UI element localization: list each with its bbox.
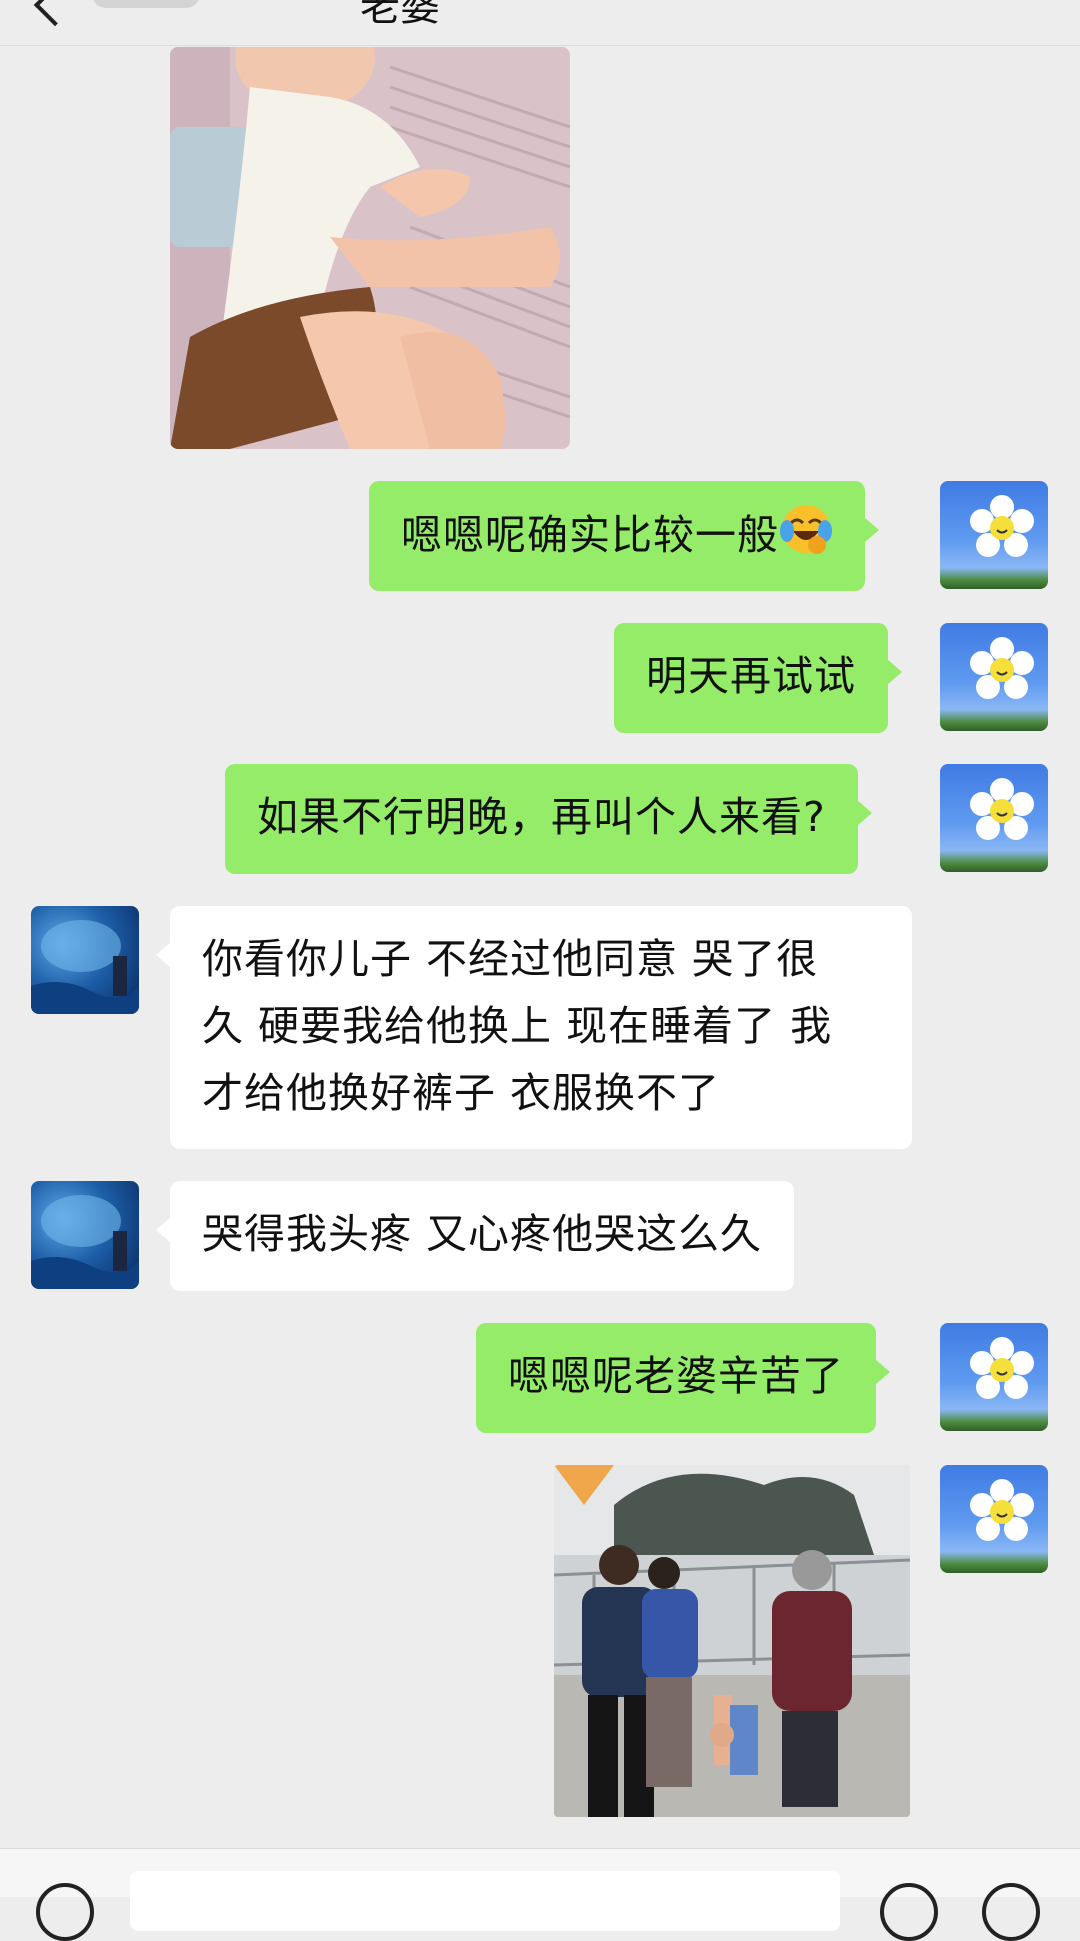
image-message-family-walking[interactable] [554, 1465, 910, 1817]
flower-avatar-icon [970, 495, 1034, 557]
chevron-left-icon[interactable] [33, 0, 77, 27]
avatar-me[interactable] [940, 1465, 1048, 1573]
voice-icon[interactable] [36, 1883, 94, 1941]
flower-avatar-icon [970, 778, 1034, 840]
message-text-line: 久 硬要我给他换上 现在睡着了 我 [202, 1002, 833, 1050]
message-text: 明天再试试 [646, 652, 856, 700]
flower-avatar-icon [970, 1337, 1034, 1399]
input-bar [0, 1848, 1080, 1941]
message-input[interactable] [130, 1871, 840, 1931]
chat-header: 老婆 [0, 0, 1080, 46]
avatar-me[interactable] [940, 623, 1048, 731]
chat-title: 老婆 [360, 0, 440, 30]
message-text: 嗯嗯呢确实比较一般 [401, 511, 779, 559]
plus-icon[interactable] [982, 1883, 1040, 1941]
avatar-me[interactable] [940, 1323, 1048, 1431]
message-bubble-other[interactable]: 你看你儿子 不经过他同意 哭了很 久 硬要我给他换上 现在睡着了 我 才给他换好… [156, 906, 912, 1149]
avatar-other[interactable] [31, 1181, 139, 1289]
family-walking-photo [554, 1465, 910, 1817]
message-text: 嗯嗯呢老婆辛苦了 [508, 1352, 844, 1400]
laugh-cry-emoji-icon [779, 501, 833, 575]
unread-count-pill [92, 0, 200, 8]
message-bubble-me[interactable]: 如果不行明晚，再叫个人来看? [225, 764, 872, 874]
avatar-me[interactable] [940, 764, 1048, 872]
sleeping-child-photo [170, 47, 570, 449]
message-bubble-me[interactable]: 嗯嗯呢老婆辛苦了 [476, 1323, 890, 1433]
emoji-icon[interactable] [880, 1883, 938, 1941]
message-bubble-me[interactable]: 明天再试试 [614, 623, 902, 733]
avatar-other[interactable] [31, 906, 139, 1014]
ocean-avatar-icon [31, 920, 139, 1014]
message-bubble-me[interactable]: 嗯嗯呢确实比较一般 [369, 481, 879, 591]
image-message-sleeping-child[interactable] [170, 47, 570, 449]
message-bubble-other[interactable]: 哭得我头疼 又心疼他哭这么久 [155, 1181, 795, 1291]
ocean-avatar-icon [31, 1195, 139, 1289]
avatar-me[interactable] [940, 481, 1048, 589]
flower-avatar-icon [970, 1479, 1034, 1541]
message-text-line: 才给他换好裤子 衣服换不了 [202, 1069, 721, 1117]
message-text: 如果不行明晚，再叫个人来看? [257, 793, 826, 841]
message-text: 哭得我头疼 又心疼他哭这么久 [202, 1210, 763, 1258]
message-text-line: 你看你儿子 不经过他同意 哭了很 [202, 935, 819, 983]
flower-avatar-icon [970, 637, 1034, 699]
